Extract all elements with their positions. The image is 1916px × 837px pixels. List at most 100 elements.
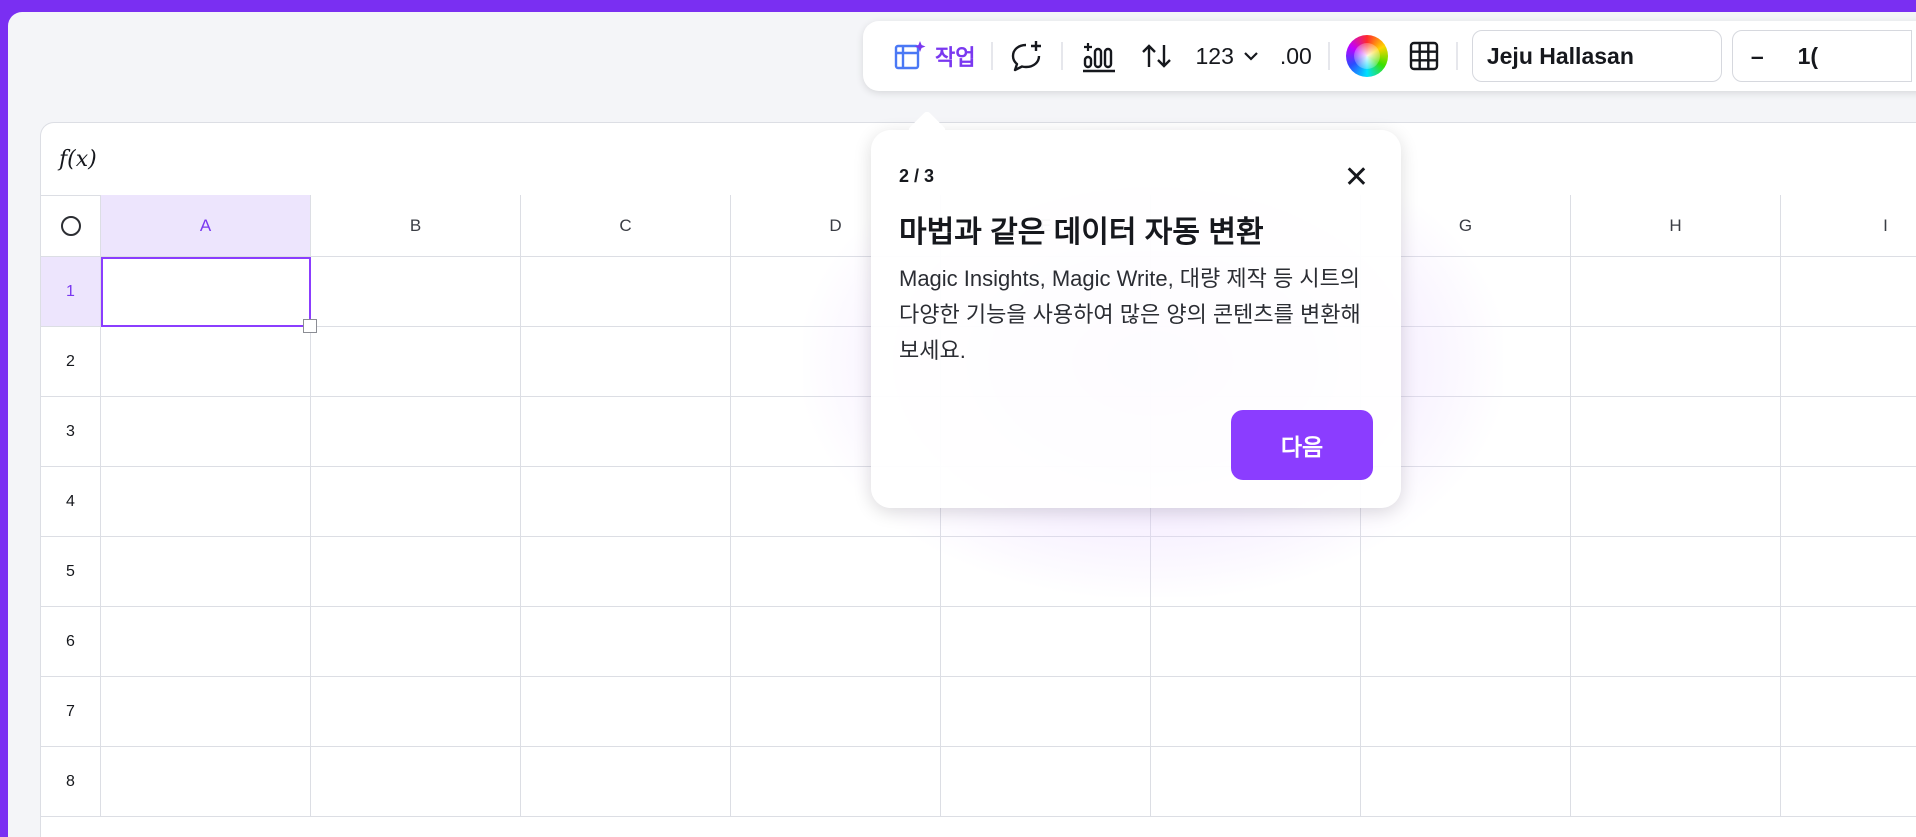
cell-g6[interactable] [1361, 607, 1571, 677]
action-button[interactable]: 작업 [883, 33, 985, 79]
cell-e7[interactable] [941, 677, 1151, 747]
cell-g8[interactable] [1361, 747, 1571, 817]
cell-b7[interactable] [311, 677, 521, 747]
cell-d7[interactable] [731, 677, 941, 747]
number-format-label: 123 [1195, 42, 1234, 69]
cell-i1[interactable] [1781, 257, 1916, 327]
cell-b3[interactable] [311, 397, 521, 467]
cell-color-button[interactable] [1336, 33, 1398, 79]
cell-c3[interactable] [521, 397, 731, 467]
cell-c6[interactable] [521, 607, 731, 677]
cell-f5[interactable] [1151, 537, 1361, 607]
row-header-8[interactable]: 8 [41, 747, 101, 817]
cell-h3[interactable] [1571, 397, 1781, 467]
cell-b4[interactable] [311, 467, 521, 537]
cell-b2[interactable] [311, 327, 521, 397]
cell-c7[interactable] [521, 677, 731, 747]
cell-h2[interactable] [1571, 327, 1781, 397]
column-header-c[interactable]: C [521, 195, 731, 257]
floating-toolbar: 작업 123 .00 Jeju Hallasan – 1( [863, 21, 1916, 91]
cell-b5[interactable] [311, 537, 521, 607]
cell-a2[interactable] [101, 327, 311, 397]
table-row: 6 [41, 607, 1916, 677]
toolbar-divider [991, 42, 994, 70]
row-header-4[interactable]: 4 [41, 467, 101, 537]
row-header-6[interactable]: 6 [41, 607, 101, 677]
number-format-dropdown[interactable]: 123 [1185, 33, 1269, 79]
cell-e6[interactable] [941, 607, 1151, 677]
cell-d6[interactable] [731, 607, 941, 677]
cell-f6[interactable] [1151, 607, 1361, 677]
cell-e8[interactable] [941, 747, 1151, 817]
cell-d5[interactable] [731, 537, 941, 607]
cell-a7[interactable] [101, 677, 311, 747]
cell-a6[interactable] [101, 607, 311, 677]
table-row: 8 [41, 747, 1916, 817]
cell-c4[interactable] [521, 467, 731, 537]
cell-i6[interactable] [1781, 607, 1916, 677]
cell-a1[interactable] [101, 257, 317, 333]
cell-h5[interactable] [1571, 537, 1781, 607]
sort-button[interactable] [1129, 33, 1185, 79]
cell-a5[interactable] [101, 537, 311, 607]
chevron-down-icon [1244, 52, 1258, 61]
popover-title: 마법과 같은 데이터 자동 변환 [899, 216, 1264, 249]
cell-i4[interactable] [1781, 467, 1916, 537]
cell-h6[interactable] [1571, 607, 1781, 677]
cell-a8[interactable] [101, 747, 311, 817]
cell-b1[interactable] [311, 257, 521, 327]
cell-c5[interactable] [521, 537, 731, 607]
cell-b6[interactable] [311, 607, 521, 677]
cell-i3[interactable] [1781, 397, 1916, 467]
row-header-7[interactable]: 7 [41, 677, 101, 747]
column-header-h[interactable]: H [1571, 195, 1781, 257]
sparkle-table-icon [894, 41, 926, 70]
table-row: 5 [41, 537, 1916, 607]
comment-button[interactable] [999, 33, 1055, 79]
column-header-b[interactable]: B [311, 195, 521, 257]
cell-h8[interactable] [1571, 747, 1781, 817]
font-size-value[interactable]: 1( [1798, 43, 1818, 70]
decimal-button[interactable]: .00 [1270, 33, 1322, 79]
cell-d8[interactable] [731, 747, 941, 817]
row-header-1[interactable]: 1 [41, 257, 101, 327]
cell-g7[interactable] [1361, 677, 1571, 747]
cell-b8[interactable] [311, 747, 521, 817]
cell-c8[interactable] [521, 747, 731, 817]
column-header-a[interactable]: A [101, 195, 311, 257]
column-header-i[interactable]: I [1781, 195, 1916, 257]
table-row: 7 [41, 677, 1916, 747]
toolbar-divider [1455, 42, 1458, 70]
cell-a3[interactable] [101, 397, 311, 467]
cell-f7[interactable] [1151, 677, 1361, 747]
cell-h4[interactable] [1571, 467, 1781, 537]
sort-arrows-icon [1142, 44, 1172, 68]
border-button[interactable] [1398, 33, 1450, 79]
cell-e5[interactable] [941, 537, 1151, 607]
cell-i5[interactable] [1781, 537, 1916, 607]
insights-button[interactable] [1069, 33, 1129, 79]
row-header-2[interactable]: 2 [41, 327, 101, 397]
cell-h7[interactable] [1571, 677, 1781, 747]
action-label: 작업 [935, 45, 976, 70]
onboarding-popover: 2 / 3 ✕ 마법과 같은 데이터 자동 변환 Magic Insights,… [871, 130, 1401, 508]
font-size-decrease-button[interactable]: – [1751, 43, 1764, 70]
cell-i8[interactable] [1781, 747, 1916, 817]
row-header-5[interactable]: 5 [41, 537, 101, 607]
select-all-button[interactable] [41, 195, 101, 257]
cell-h1[interactable] [1571, 257, 1781, 327]
add-comment-icon [1012, 41, 1042, 72]
close-icon[interactable]: ✕ [1344, 163, 1369, 193]
font-size-control[interactable]: – 1( [1731, 30, 1912, 82]
font-family-select[interactable]: Jeju Hallasan [1471, 30, 1722, 82]
cell-i7[interactable] [1781, 677, 1916, 747]
cell-g5[interactable] [1361, 537, 1571, 607]
cell-a4[interactable] [101, 467, 311, 537]
row-header-3[interactable]: 3 [41, 397, 101, 467]
cell-c1[interactable] [521, 257, 731, 327]
next-button[interactable]: 다음 [1231, 410, 1373, 480]
cell-i2[interactable] [1781, 327, 1916, 397]
cell-c2[interactable] [521, 327, 731, 397]
step-indicator: 2 / 3 [899, 166, 935, 186]
cell-f8[interactable] [1151, 747, 1361, 817]
